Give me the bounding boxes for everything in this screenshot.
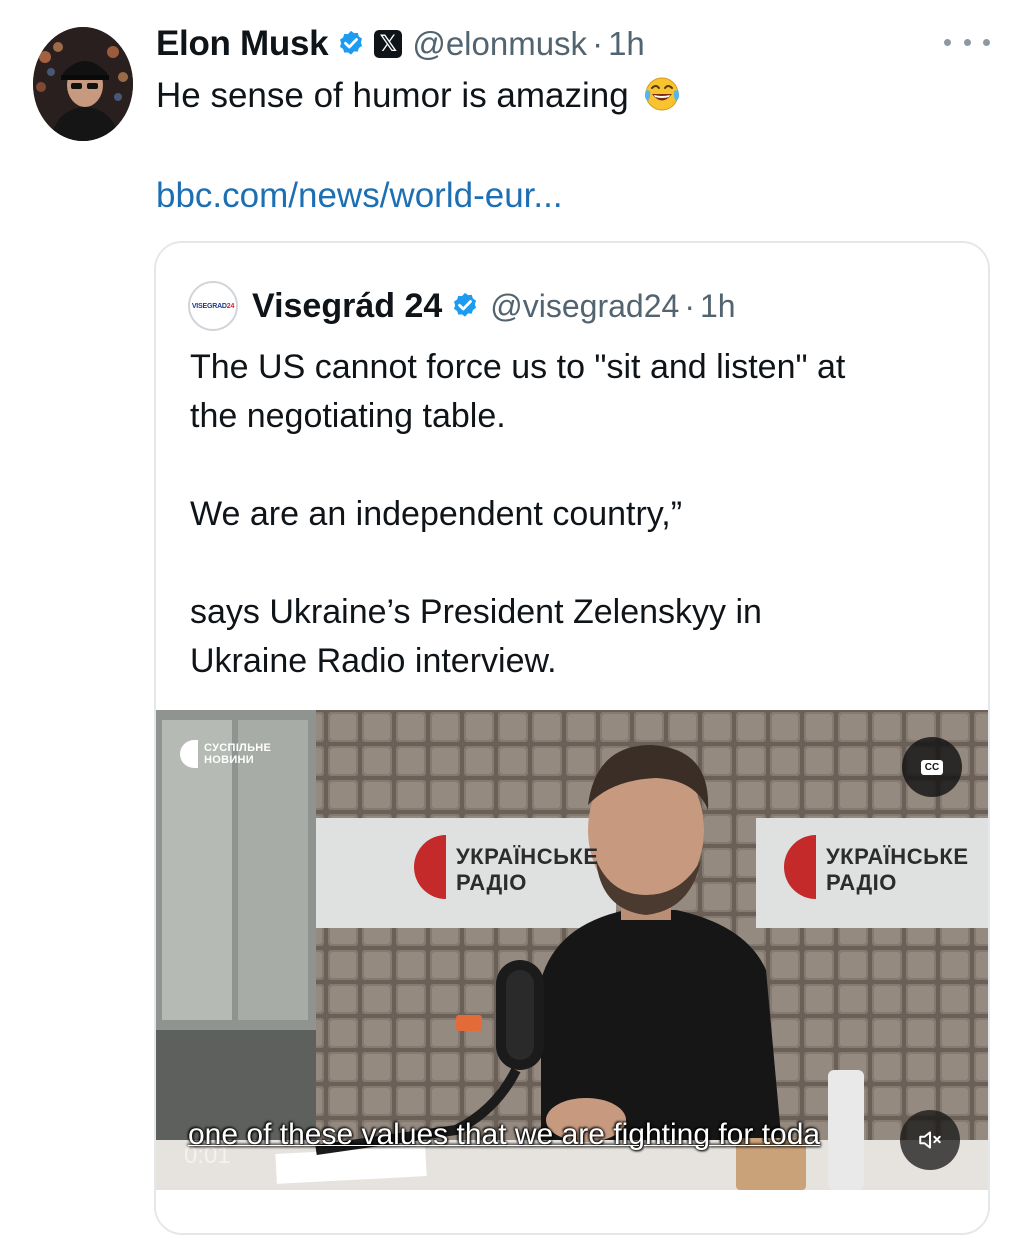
laughing-emoji-icon [642, 73, 682, 113]
quoted-text-line: says Ukraine’s President Zelenskyy in [190, 593, 762, 631]
verified-badge-icon [450, 291, 480, 321]
closed-captions-icon: CC [920, 759, 944, 775]
quoted-tweet-text: The US cannot force us to "sit and liste… [190, 343, 845, 686]
radio-sign-line: РАДІО [826, 870, 897, 895]
author-avatar[interactable] [33, 27, 133, 141]
quoted-author-handle[interactable]: @visegrad24 [490, 288, 679, 325]
quoted-avatar-text: VISEGRAD24 [191, 302, 235, 310]
quoted-text-line: the negotiating table. [190, 397, 506, 435]
quoted-avatar-text-main: VISEGRAD [191, 302, 227, 310]
mute-button[interactable] [900, 1110, 960, 1170]
more-dot [963, 38, 971, 46]
broadcaster-logo: СУСПІЛЬНЕ НОВИНИ [180, 740, 271, 768]
more-dot [944, 38, 951, 46]
broadcaster-line: СУСПІЛЬНЕ [204, 742, 272, 754]
quoted-avatar-text-number: 24 [226, 302, 235, 310]
quoted-tweet-time[interactable]: 1h [700, 288, 736, 325]
video-player[interactable]: СУСПІЛЬНЕ НОВИНИ УКРАЇНСЬКЕ РАДІО УКРАЇН… [156, 710, 988, 1190]
video-subtitle: one of these values that we are fighting… [188, 1118, 821, 1151]
separator-dot: · [592, 25, 604, 62]
tweet-time[interactable]: 1h [608, 25, 645, 63]
speaker-muted-icon [919, 1131, 941, 1149]
separator-dot: · [684, 287, 695, 324]
radio-sign-line: УКРАЇНСЬКЕ [456, 844, 599, 869]
tweet[interactable]: Elon Musk 𝕏 @elonmusk · 1h He sense of h… [0, 0, 1013, 1235]
tweet-text-content: He sense of humor is amazing [156, 76, 629, 115]
broadcaster-line: НОВИНИ [204, 754, 255, 766]
broadcaster-mark-icon [180, 740, 198, 768]
quoted-text-line: The US cannot force us to "sit and liste… [190, 348, 846, 386]
radio-sign-line: УКРАЇНСЬКЕ [826, 844, 969, 869]
quoted-text-line: We are an independent country,” [190, 495, 683, 533]
more-dot [983, 38, 990, 46]
broadcaster-name: СУСПІЛЬНЕ НОВИНИ [204, 742, 271, 766]
article-link[interactable]: bbc.com/news/world-eur... [156, 172, 563, 220]
more-horizontal-icon[interactable] [944, 30, 990, 54]
radio-sign-line: РАДІО [456, 870, 527, 895]
quoted-tweet-card[interactable]: VISEGRAD24 Visegrád 24 @visegrad24 · 1h … [154, 241, 990, 1235]
radio-sign-left: УКРАЇНСЬКЕ РАДІО [456, 844, 599, 896]
radio-sign-right: УКРАЇНСЬКЕ РАДІО [826, 844, 969, 896]
tweet-header: Elon Musk 𝕏 @elonmusk · 1h [156, 20, 645, 68]
quoted-author-avatar[interactable]: VISEGRAD24 [188, 281, 238, 331]
x-logo-icon: 𝕏 [374, 30, 403, 58]
quoted-tweet-header: VISEGRAD24 Visegrád 24 @visegrad24 · 1h [188, 281, 736, 331]
quoted-text-line: Ukraine Radio interview. [190, 642, 557, 680]
quoted-author-name[interactable]: Visegrád 24 [252, 287, 442, 326]
tweet-text: He sense of humor is amazing [156, 72, 682, 120]
verified-badge-icon [336, 29, 366, 59]
author-handle[interactable]: @elonmusk [412, 25, 587, 63]
author-name[interactable]: Elon Musk [156, 24, 329, 64]
closed-captions-button[interactable]: CC [902, 737, 962, 797]
